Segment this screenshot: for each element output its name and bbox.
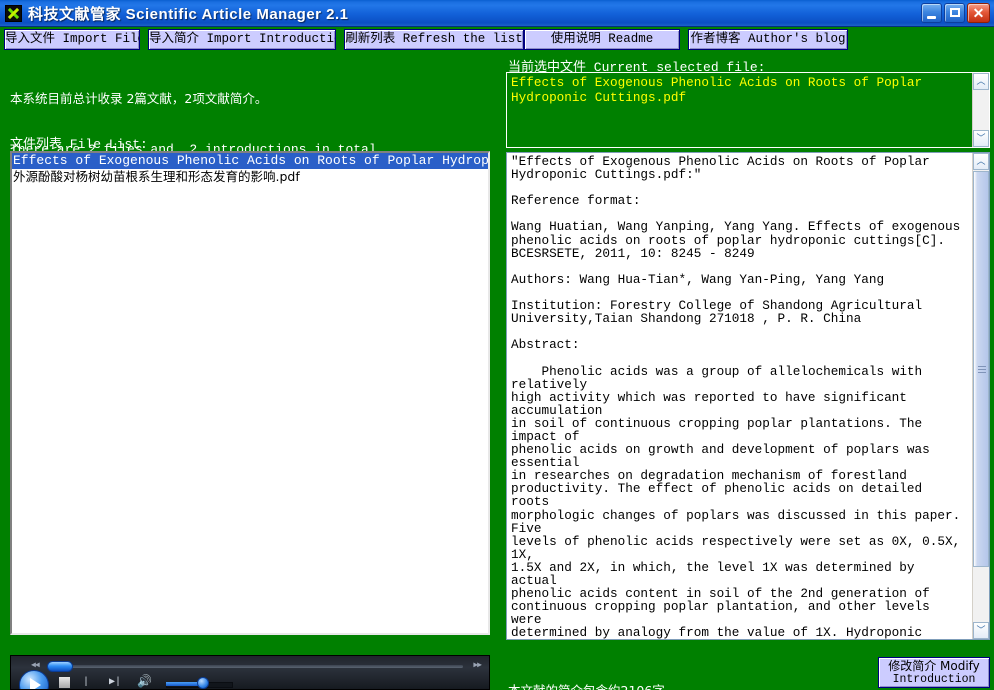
app-x-icon xyxy=(5,4,22,22)
selected-file-scrollbar[interactable]: ︿ ﹀ xyxy=(972,73,989,147)
minimize-button[interactable] xyxy=(921,3,942,23)
toolbar-button-1[interactable]: 导入简介 Import Introductions xyxy=(148,29,336,50)
selected-file-box: Effects of Exogenous Phenolic Acids on R… xyxy=(506,72,990,148)
scroll-down-icon[interactable]: ﹀ xyxy=(973,622,989,639)
title-bar: 科技文献管家 Scientific Article Manager 2.1 ✕ xyxy=(0,0,994,27)
file-list[interactable]: Effects of Exogenous Phenolic Acids on R… xyxy=(10,151,490,635)
window-controls: ✕ xyxy=(921,3,990,23)
introduction-info: 本文献的简介包含约2106字。 The introduction to this… xyxy=(508,646,868,690)
modify-button-line1: 修改简介 Modify xyxy=(888,659,980,673)
list-item[interactable]: 外源酚酸对杨树幼苗根系生理和形态发育的影响.pdf xyxy=(12,169,488,185)
toolbar: 导入文件 Import Files 导入简介 Import Introductio… xyxy=(0,27,994,54)
file-list-label: 文件列表 File List: xyxy=(10,137,148,152)
media-player[interactable]: ◀◀ ▶▶ |◀ ▶| 🔊 xyxy=(10,655,490,690)
application-window: 科技文献管家 Scientific Article Manager 2.1 ✕ … xyxy=(0,0,994,690)
previous-track-button[interactable]: |◀ xyxy=(83,677,95,689)
modify-introduction-button[interactable]: 修改简介 Modify Introduction xyxy=(878,657,990,688)
intro-info-chinese: 本文献的简介包含约2106字。 xyxy=(508,682,868,690)
close-icon: ✕ xyxy=(972,5,985,21)
seek-track[interactable] xyxy=(47,665,463,668)
summary-chinese: 本系统目前总计收录 2篇文献，2项文献简介。 xyxy=(10,91,268,106)
window-title: 科技文献管家 Scientific Article Manager 2.1 xyxy=(28,5,349,23)
toolbar-button-4[interactable]: 作者博客 Author's blog xyxy=(688,29,848,50)
volume-icon[interactable]: 🔊 xyxy=(137,676,152,688)
abstract-scrollbar[interactable]: ︿ ﹀ xyxy=(972,153,989,639)
next-track-button[interactable]: ▶| xyxy=(109,677,121,688)
scrollbar-grip xyxy=(978,366,986,373)
abstract-box[interactable]: "Effects of Exogenous Phenolic Acids on … xyxy=(506,152,990,640)
toolbar-button-2[interactable]: 刷新列表 Refresh the list xyxy=(344,29,524,50)
scroll-up-icon[interactable]: ︿ xyxy=(973,153,989,170)
close-button[interactable]: ✕ xyxy=(967,3,990,23)
stop-button[interactable] xyxy=(59,677,70,688)
seek-thumb[interactable] xyxy=(47,661,73,672)
seek-row: ◀◀ ▶▶ xyxy=(11,659,489,672)
scrollbar-thumb[interactable] xyxy=(973,171,989,567)
fast-forward-icon[interactable]: ▶▶ xyxy=(473,662,482,670)
scroll-up-icon[interactable]: ︿ xyxy=(973,73,989,90)
list-item[interactable]: Effects of Exogenous Phenolic Acids on R… xyxy=(12,153,488,169)
scroll-down-icon[interactable]: ﹀ xyxy=(973,130,989,147)
maximize-button[interactable] xyxy=(944,3,965,23)
modify-button-line2: Introduction xyxy=(892,673,976,686)
abstract-text: "Effects of Exogenous Phenolic Acids on … xyxy=(511,154,961,640)
toolbar-button-3[interactable]: 使用说明 Readme xyxy=(524,29,680,50)
volume-thumb[interactable] xyxy=(197,677,209,689)
play-button[interactable] xyxy=(19,670,49,689)
toolbar-button-0[interactable]: 导入文件 Import Files xyxy=(4,29,140,50)
selected-file-name: Effects of Exogenous Phenolic Acids on R… xyxy=(511,75,923,105)
rewind-icon[interactable]: ◀◀ xyxy=(31,662,40,670)
